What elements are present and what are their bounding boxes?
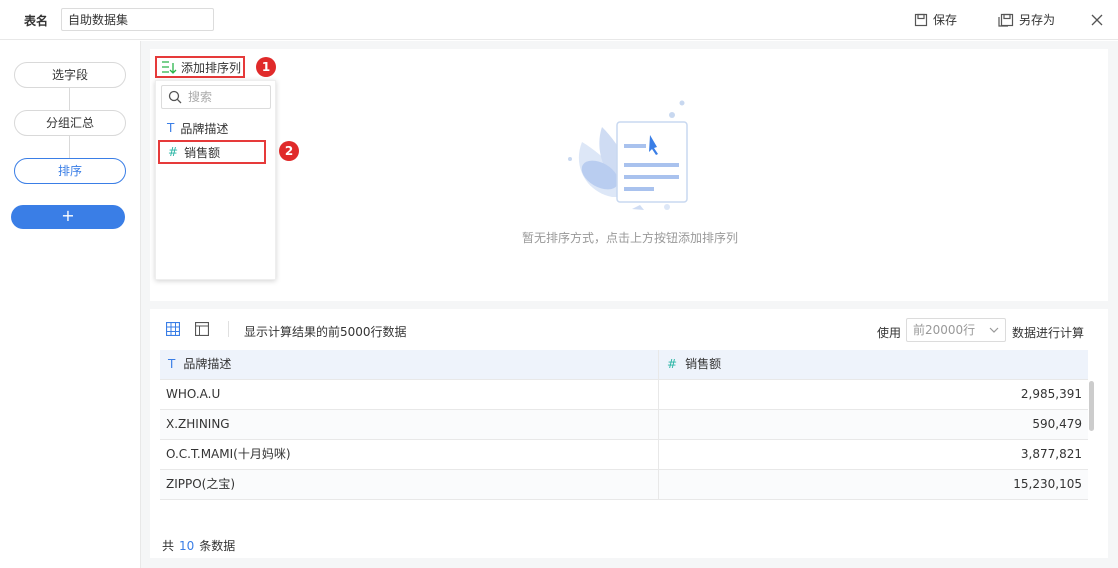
row-limit-value: 前20000行 [913,323,976,337]
save-as-icon [998,13,1014,27]
table-row: O.C.T.MAMI(十月妈咪) 3,877,821 [160,440,1088,470]
step-connector [69,88,70,110]
table-cell: 590,479 [1032,417,1082,431]
table-name-label: 表名 [24,14,49,28]
table-row: X.ZHINING 590,479 [160,410,1088,440]
table-name-input[interactable] [61,8,214,31]
add-sort-label: 添加排序列 [181,60,242,75]
column-header-brand[interactable]: T 品牌描述 [160,350,659,379]
field-item-brand[interactable]: T 品牌描述 [161,117,271,139]
calc-label: 数据进行计算 [1012,326,1085,340]
preview-note: 显示计算结果的前5000行数据 [244,325,407,339]
text-type-icon: T [168,357,176,371]
main-area: 添加排序列 1 T 品牌描述 # 销售额 2 [141,41,1118,568]
save-button[interactable]: 保存 [914,11,957,28]
field-search-input[interactable] [188,88,268,106]
field-dropdown: T 品牌描述 # 销售额 [155,80,276,280]
number-type-icon: # [168,145,179,159]
text-type-icon: T [167,121,175,135]
sort-config-panel: 添加排序列 1 T 品牌描述 # 销售额 2 [150,49,1108,301]
add-sort-icon [162,61,177,74]
empty-state-text: 暂无排序方式，点击上方按钮添加排序列 [521,231,738,245]
table-cell: O.C.T.MAMI(十月妈咪) [160,440,659,469]
number-type-icon: # [667,357,678,371]
use-label: 使用 [877,326,902,340]
save-label: 保存 [933,13,958,27]
data-table: T 品牌描述 # 销售额 WHO.A.U 2,985,391 X.ZHINING… [160,350,1088,500]
table-cell: X.ZHINING [160,410,659,439]
count-value: 10 [179,539,195,553]
row-count: 共 10 条数据 [162,537,235,554]
step-badge-1: 1 [256,57,276,77]
toolbar-divider [228,321,229,337]
step-select-fields[interactable]: 选字段 [14,62,126,88]
step-badge-2: 2 [279,141,299,161]
column-header-label: 销售额 [685,357,722,371]
table-cell: WHO.A.U [160,380,659,409]
column-header-label: 品牌描述 [183,357,232,371]
step-connector [69,136,70,158]
count-suffix: 条数据 [199,539,236,553]
count-prefix: 共 [162,539,175,553]
step-group-summary[interactable]: 分组汇总 [14,110,126,136]
chevron-down-icon [989,327,999,333]
column-header-sales[interactable]: # 销售额 [659,350,1088,379]
step-sort[interactable]: 排序 [14,158,126,184]
add-sort-column-button[interactable]: 添加排序列 [155,56,245,78]
close-icon[interactable] [1089,12,1105,28]
table-cell: ZIPPO(之宝) [160,470,659,499]
field-search-box [161,85,271,109]
search-icon [168,90,182,104]
save-icon [914,13,928,26]
table-header-row: T 品牌描述 # 销售额 [160,350,1088,380]
top-bar: 表名 保存 另存为 [0,0,1118,40]
table-row: ZIPPO(之宝) 15,230,105 [160,470,1088,500]
table-cell: 15,230,105 [1013,477,1082,491]
layout-view-icon[interactable] [195,322,209,336]
empty-state-illustration [568,100,688,210]
data-preview-panel: 显示计算结果的前5000行数据 使用 前20000行 数据进行计算 T 品牌描述… [150,309,1108,558]
field-item-sales[interactable]: # 销售额 [158,140,266,164]
field-label: 品牌描述 [180,121,229,136]
row-limit-select[interactable]: 前20000行 [906,318,1006,342]
save-as-label: 另存为 [1019,13,1056,27]
save-as-button[interactable]: 另存为 [998,11,1055,28]
table-row: WHO.A.U 2,985,391 [160,380,1088,410]
pipeline-panel: 选字段 分组汇总 排序 + [0,41,141,568]
table-cell: 3,877,821 [1020,447,1082,461]
field-label: 销售额 [184,145,221,160]
table-cell: 2,985,391 [1020,387,1082,401]
add-step-button[interactable]: + [11,205,125,229]
table-view-icon[interactable] [166,322,180,336]
table-scrollbar[interactable] [1089,381,1094,431]
